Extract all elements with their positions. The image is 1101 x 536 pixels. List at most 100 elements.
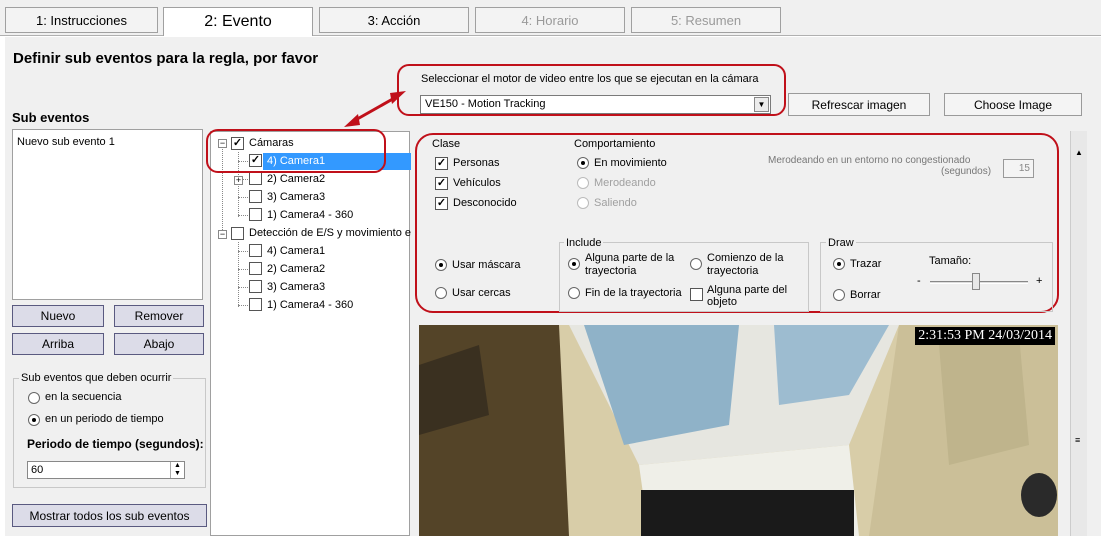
use-fences-radio[interactable]	[435, 287, 447, 299]
include-object-label: Alguna parte del	[707, 284, 788, 296]
stepper-down-icon[interactable]: ▼	[170, 470, 184, 478]
use-mask-label: Usar máscara	[452, 259, 521, 271]
leaving-radio[interactable]	[577, 197, 589, 209]
detection-camera4-checkbox[interactable]	[249, 298, 262, 311]
tab-instructions[interactable]: 1: Instrucciones	[5, 7, 158, 33]
include-object-label-2: objeto	[707, 296, 737, 308]
detection-checkbox[interactable]	[231, 227, 244, 240]
moving-radio[interactable]	[577, 157, 589, 169]
video-timestamp: 2:31:53 PM 24/03/2014	[915, 327, 1055, 345]
choose-image-button[interactable]: Choose Image	[944, 93, 1082, 116]
tab-summary[interactable]: 5: Resumen	[631, 7, 781, 33]
tree-node-camera3[interactable]: 3) Camera3	[267, 191, 325, 203]
moving-label: En movimiento	[594, 157, 667, 169]
include-any-part-label: Alguna parte de la	[585, 252, 675, 264]
include-start-radio[interactable]	[690, 258, 702, 270]
draw-group	[820, 242, 1053, 312]
tab-action[interactable]: 3: Acción	[319, 7, 469, 33]
new-button[interactable]: Nuevo	[12, 305, 104, 327]
persons-checkbox[interactable]: ✓	[435, 157, 448, 170]
leaving-label: Saliendo	[594, 197, 637, 209]
sub-events-list[interactable]: Nuevo sub evento 1	[12, 129, 203, 300]
expand-icon[interactable]: +	[234, 176, 243, 185]
persons-label: Personas	[453, 157, 500, 169]
scroll-thumb-grip-icon[interactable]: ≡	[1075, 435, 1080, 445]
class-title: Clase	[432, 138, 461, 150]
draw-trace-radio[interactable]	[833, 258, 845, 270]
period-stepper[interactable]: 60 ▲ ▼	[27, 461, 185, 479]
in-period-label: en un periodo de tiempo	[45, 413, 164, 425]
draw-trace-label: Trazar	[850, 258, 882, 270]
include-start-label-2: trayectoria	[707, 265, 759, 277]
loitering-label: Merodeando	[594, 177, 656, 189]
in-period-radio[interactable]	[28, 414, 40, 426]
stepper-up-icon[interactable]: ▲	[170, 462, 184, 470]
tree-node-camera4[interactable]: 1) Camera4 - 360	[267, 209, 353, 221]
include-title: Include	[564, 237, 604, 249]
loiter-seconds-value: 15	[1018, 163, 1030, 174]
tree-node-detection-camera3[interactable]: 3) Camera3	[267, 281, 325, 293]
cameras-highlight	[206, 129, 386, 173]
camera3-checkbox[interactable]	[249, 190, 262, 203]
remove-button[interactable]: Remover	[114, 305, 204, 327]
include-end-label: Fin de la trayectoria	[585, 287, 682, 299]
camera-preview-image	[419, 325, 1058, 536]
refresh-image-button[interactable]: Refrescar imagen	[788, 93, 930, 116]
camera-preview[interactable]: 2:31:53 PM 24/03/2014	[419, 325, 1058, 536]
camera4-checkbox[interactable]	[249, 208, 262, 221]
unknown-checkbox[interactable]: ✓	[435, 197, 448, 210]
show-all-sub-events-button[interactable]: Mostrar todos los sub eventos	[12, 504, 207, 527]
source-tree: − ✓ Cámaras ✓ 4) Camera1 + 2) Camera2 3)…	[210, 131, 411, 536]
loiter-seconds-unit: (segundos)	[941, 166, 992, 177]
include-object-checkbox[interactable]	[690, 288, 703, 301]
include-end-radio[interactable]	[568, 287, 580, 299]
size-minus: -	[917, 275, 921, 287]
tree-node-camera2[interactable]: 2) Camera2	[267, 173, 325, 185]
include-any-part-radio[interactable]	[568, 258, 580, 270]
detection-camera3-checkbox[interactable]	[249, 280, 262, 293]
detection-camera2-checkbox[interactable]	[249, 262, 262, 275]
include-start-label: Comienzo de la	[707, 252, 784, 264]
wizard-tab-bar: 1: Instrucciones 2: Evento 3: Acción 4: …	[0, 0, 1101, 36]
draw-erase-label: Borrar	[850, 289, 881, 301]
size-plus: +	[1036, 275, 1043, 287]
size-label: Tamaño:	[929, 255, 972, 267]
collapse-icon[interactable]: −	[218, 230, 227, 239]
loiter-seconds-input[interactable]: 15	[1003, 159, 1034, 178]
down-button[interactable]: Abajo	[114, 333, 204, 355]
tree-node-detection-camera1[interactable]: 4) Camera1	[267, 245, 325, 257]
vehicles-checkbox[interactable]: ✓	[435, 177, 448, 190]
loiter-seconds-label: Merodeando en un entorno no congestionad…	[768, 155, 971, 166]
in-sequence-label: en la secuencia	[45, 391, 122, 403]
tree-node-detection[interactable]: Detección de E/S y movimiento e	[249, 227, 411, 239]
sub-events-title: Sub eventos	[12, 110, 90, 125]
behavior-title: Comportamiento	[574, 138, 656, 150]
include-any-part-label-2: trayectoria	[585, 265, 637, 277]
tab-event[interactable]: 2: Evento	[163, 7, 313, 36]
use-mask-radio[interactable]	[435, 259, 447, 271]
must-occur-title: Sub eventos que deben ocurrir	[19, 372, 174, 384]
period-label: Periodo de tiempo (segundos):	[27, 437, 204, 451]
detection-camera1-checkbox[interactable]	[249, 244, 262, 257]
tree-node-detection-camera4[interactable]: 1) Camera4 - 360	[267, 299, 353, 311]
scrollbar[interactable]: ▲ ≡	[1070, 131, 1087, 536]
tree-node-detection-camera2[interactable]: 2) Camera2	[267, 263, 325, 275]
use-fences-label: Usar cercas	[452, 287, 511, 299]
annotation-arrow	[344, 91, 406, 127]
in-sequence-radio[interactable]	[28, 392, 40, 404]
period-value: 60	[31, 464, 44, 476]
up-button[interactable]: Arriba	[12, 333, 104, 355]
camera2-checkbox[interactable]	[249, 172, 262, 185]
draw-erase-radio[interactable]	[833, 289, 845, 301]
page-title: Definir sub eventos para la regla, por f…	[13, 50, 319, 67]
size-slider-handle[interactable]	[972, 273, 980, 290]
tab-schedule[interactable]: 4: Horario	[475, 7, 625, 33]
list-item[interactable]: Nuevo sub evento 1	[17, 136, 115, 148]
draw-title: Draw	[826, 237, 856, 249]
engine-label: Seleccionar el motor de video entre los …	[421, 73, 759, 85]
chevron-down-icon[interactable]: ▼	[754, 97, 769, 112]
engine-select[interactable]: VE150 - Motion Tracking ▼	[420, 95, 771, 114]
vehicles-label: Vehículos	[453, 177, 501, 189]
scroll-up-icon[interactable]: ▲	[1075, 148, 1083, 157]
loitering-radio[interactable]	[577, 177, 589, 189]
